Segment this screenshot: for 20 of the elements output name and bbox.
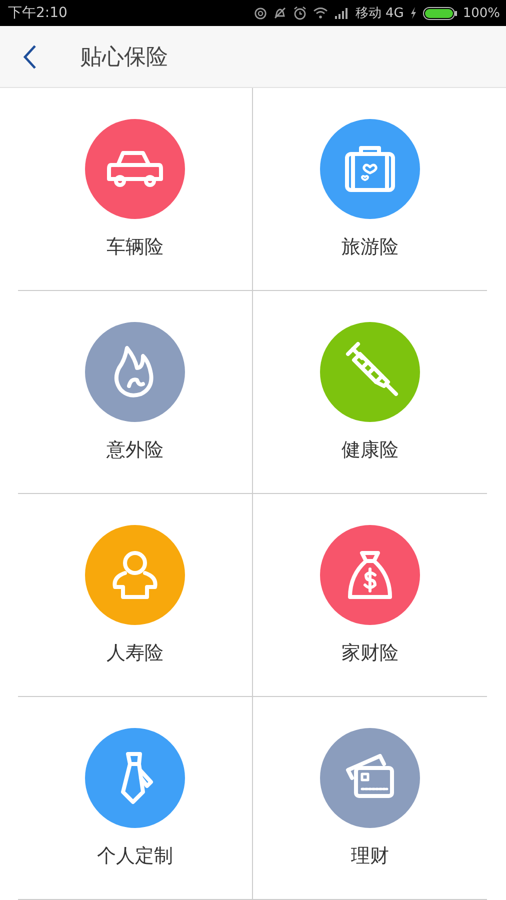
status-time: 下午2:10 (8, 4, 68, 22)
category-label[interactable]: 旅游险 (342, 234, 398, 260)
category-label[interactable]: 个人定制 (97, 843, 173, 869)
battery-icon (422, 6, 457, 20)
category-label[interactable]: 意外险 (106, 437, 164, 463)
back-icon[interactable] (23, 44, 37, 70)
wifi-icon (313, 7, 328, 19)
category-label[interactable]: 家财险 (342, 640, 398, 666)
category-label[interactable]: 理财 (351, 843, 389, 869)
notification-off-icon (273, 6, 288, 20)
carrier-label: 移动 4G (355, 5, 404, 22)
charging-icon (410, 7, 417, 19)
category-label[interactable]: 健康险 (342, 437, 398, 463)
ring-icon (254, 6, 268, 20)
category-label[interactable]: 人寿险 (106, 640, 164, 666)
battery-percent: 100% (462, 6, 500, 20)
alarm-icon (293, 6, 308, 20)
category-label[interactable]: 车辆险 (106, 234, 164, 260)
page-title: 贴心保险 (80, 44, 168, 72)
signal-icon (334, 7, 350, 19)
